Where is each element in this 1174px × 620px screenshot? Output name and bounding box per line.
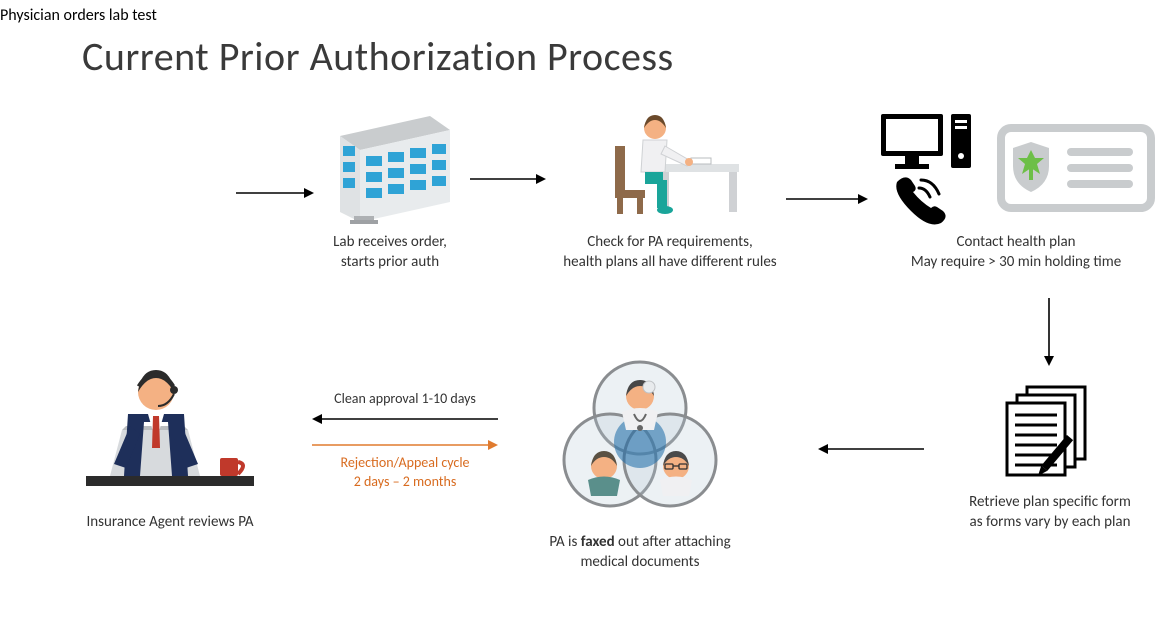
step-check-caption-l1: Check for PA requirements, bbox=[587, 233, 752, 251]
contact-icons-group bbox=[871, 106, 1161, 226]
step-agent: Insurance Agent reviews PA bbox=[60, 356, 280, 532]
lab-building-icon bbox=[320, 106, 460, 226]
step-form-caption-l1: Retrieve plan specific form bbox=[969, 493, 1131, 511]
step-fax: PA is faxed out after attaching medical … bbox=[500, 356, 780, 573]
arrow-rejection bbox=[310, 438, 500, 452]
step-check: Check for PA requirements, health plans … bbox=[540, 106, 800, 273]
insurance-agent-icon bbox=[80, 356, 260, 506]
step-agent-caption: Insurance Agent reviews PA bbox=[60, 512, 280, 532]
venn-people-icon bbox=[540, 356, 740, 526]
step-form: Retrieve plan specific form as forms var… bbox=[940, 376, 1160, 533]
monitor-icon bbox=[881, 114, 943, 169]
step-fax-caption-l2: medical documents bbox=[580, 553, 699, 571]
desk-worker-icon bbox=[595, 106, 745, 226]
arrow-s2-s3 bbox=[468, 172, 546, 186]
step-fax-caption-prefix: PA is bbox=[549, 533, 580, 551]
label-rejection: Rejection/Appeal cycle 2 days – 2 months bbox=[310, 454, 500, 492]
step-fax-caption-suffix: out after attaching bbox=[615, 533, 731, 551]
step-contact-caption-l1: Contact health plan bbox=[956, 233, 1075, 251]
step-lab-caption-l2: starts prior auth bbox=[341, 253, 439, 271]
step-form-caption-l2: as forms vary by each plan bbox=[970, 513, 1131, 531]
arrow-s4-s5 bbox=[1042, 296, 1056, 366]
step-check-caption-l2: health plans all have different rules bbox=[563, 253, 776, 271]
label-approval: Clean approval 1-10 days bbox=[310, 390, 500, 409]
phone-icon bbox=[896, 177, 945, 224]
step-contact-caption-l2: May require > 30 min holding time bbox=[911, 253, 1121, 271]
step-contact: Contact health plan May require > 30 min… bbox=[866, 106, 1166, 273]
insurance-card-icon bbox=[1001, 128, 1151, 208]
pc-tower-icon bbox=[951, 114, 971, 168]
page-title: Current Prior Authorization Process bbox=[82, 32, 674, 81]
arrow-s5-s6 bbox=[816, 442, 926, 456]
step-lab-caption-l1: Lab receives order, bbox=[333, 233, 447, 251]
arrow-approval bbox=[310, 412, 500, 426]
step-fax-caption-bold: faxed bbox=[581, 533, 615, 551]
arrow-s3-s4 bbox=[784, 192, 868, 206]
step-lab: Lab receives order, starts prior auth bbox=[300, 106, 480, 273]
forms-stack-icon bbox=[995, 381, 1105, 481]
step-physician-caption: Physician orders lab test bbox=[0, 6, 1174, 25]
